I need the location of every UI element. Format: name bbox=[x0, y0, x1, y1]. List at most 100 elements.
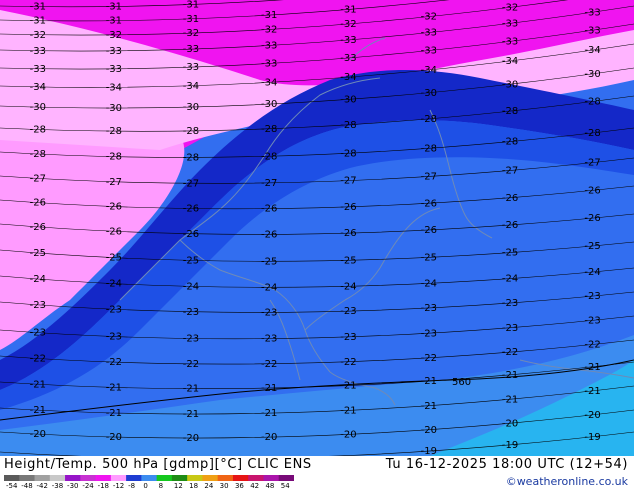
isotherm-label: -21 bbox=[421, 376, 437, 387]
isotherm-label: -33 bbox=[106, 46, 122, 57]
scale-swatch bbox=[34, 475, 51, 481]
scale-tick-label: 8 bbox=[159, 482, 163, 489]
isotherm-label: -23 bbox=[502, 298, 518, 309]
isotherm-label: -20 bbox=[30, 429, 46, 440]
isotherm-label: -30 bbox=[584, 69, 600, 80]
isotherm-label: -28 bbox=[421, 143, 437, 154]
isotherm-label: -22 bbox=[106, 357, 122, 368]
isotherm-label: -24 bbox=[30, 274, 46, 285]
isotherm-label: -31 bbox=[183, 14, 199, 25]
isotherm-label: -23 bbox=[183, 334, 199, 345]
isotherm-label: -28 bbox=[30, 149, 46, 160]
isotherm-label: -24 bbox=[502, 274, 518, 285]
isotherm-label: -34 bbox=[340, 72, 356, 83]
isotherm-label: -32 bbox=[340, 19, 356, 30]
isotherm-label: -23 bbox=[30, 300, 46, 311]
isotherm-label: -30 bbox=[421, 88, 437, 99]
isotherm-label: -25 bbox=[340, 255, 356, 266]
isotherm-label: -28 bbox=[421, 114, 437, 125]
scale-swatch bbox=[110, 475, 127, 481]
scale-tick-label: -54 bbox=[6, 482, 18, 489]
isotherm-label: -27 bbox=[502, 166, 518, 177]
scale-swatch bbox=[49, 475, 66, 481]
isotherm-label: -28 bbox=[261, 151, 277, 162]
isotherm-label: -21 bbox=[30, 379, 46, 390]
isotherm-label: -23 bbox=[261, 334, 277, 345]
isotherm-label: -30 bbox=[106, 103, 122, 114]
scale-swatch bbox=[171, 475, 188, 481]
scale-tick-label: 12 bbox=[174, 482, 183, 489]
isotherm-label: -21 bbox=[421, 401, 437, 412]
isotherm-label: -21 bbox=[106, 382, 122, 393]
isotherm-label: -34 bbox=[584, 45, 600, 56]
isotherm-label: -31 bbox=[106, 16, 122, 27]
isotherm-label: -26 bbox=[106, 226, 122, 237]
isotherm-label: -31 bbox=[340, 5, 356, 16]
credit-link[interactable]: ©weatheronline.co.uk bbox=[506, 475, 628, 488]
isotherm-label: -22 bbox=[421, 353, 437, 364]
isotherm-label: -32 bbox=[183, 28, 199, 39]
isotherm-label: -34 bbox=[261, 77, 277, 88]
isotherm-label: -31 bbox=[183, 0, 199, 11]
isotherm-label: -26 bbox=[261, 229, 277, 240]
isotherm-label: -27 bbox=[261, 178, 277, 189]
isotherm-label: -33 bbox=[30, 64, 46, 75]
isotherm-label: -23 bbox=[340, 306, 356, 317]
isotherm-label: -22 bbox=[584, 340, 600, 351]
map-panel: 560 -31 -31 -31 -31 -31 -31 -31 -31 -32 -32 -32 -32… bbox=[0, 0, 634, 456]
isotherm-label: -19 bbox=[421, 446, 437, 456]
isotherm-label: -27 bbox=[30, 173, 46, 184]
scale-tick-label: 0 bbox=[143, 482, 147, 489]
isotherm-label: -26 bbox=[183, 204, 199, 215]
scale-tick-label: 48 bbox=[265, 482, 274, 489]
scale-tick-label: 54 bbox=[281, 482, 290, 489]
scale-swatch bbox=[65, 475, 81, 481]
isotherm-label: -28 bbox=[502, 137, 518, 148]
scale-swatch bbox=[95, 475, 112, 481]
isotherm-label: -28 bbox=[584, 97, 600, 108]
isotherm-label: -26 bbox=[584, 213, 600, 224]
isotherm-label: -21 bbox=[340, 405, 356, 416]
scale-tick-label: 24 bbox=[204, 482, 213, 489]
isotherm-label: -32 bbox=[106, 30, 122, 41]
isotherm-label: -20 bbox=[340, 429, 356, 440]
isotherm-label: -28 bbox=[261, 124, 277, 135]
isotherm-label: -23 bbox=[106, 332, 122, 343]
isotherm-label: -23 bbox=[183, 307, 199, 318]
isotherm-label: -22 bbox=[261, 359, 277, 370]
isotherm-label: -25 bbox=[30, 248, 46, 259]
isotherm-label: -20 bbox=[106, 432, 122, 443]
scale-tick-label: -42 bbox=[37, 482, 48, 489]
isotherm-label: -20 bbox=[502, 418, 518, 429]
scale-tick-label: -8 bbox=[128, 482, 135, 489]
scale-swatch bbox=[278, 475, 294, 481]
isotherm-label: -34 bbox=[421, 65, 437, 76]
scale-swatch bbox=[187, 475, 203, 481]
scale-tick-label: -18 bbox=[98, 482, 109, 489]
isotherm-label: -26 bbox=[421, 225, 437, 236]
isotherm-label: -21 bbox=[502, 370, 518, 381]
isotherm-label: -20 bbox=[183, 433, 199, 444]
isotherm-label: -27 bbox=[421, 172, 437, 183]
scale-swatch bbox=[4, 475, 20, 481]
isotherm-label: -21 bbox=[183, 409, 199, 420]
footer: Height/Temp. 500 hPa [gdmp][°C] CLIC ENS… bbox=[0, 456, 634, 490]
scale-tick-label: -38 bbox=[52, 482, 63, 489]
isotherm-label: -26 bbox=[421, 198, 437, 209]
isotherm-label: -23 bbox=[106, 304, 122, 315]
scale-tick-label: 36 bbox=[235, 482, 244, 489]
isotherm-label: -21 bbox=[261, 408, 277, 419]
isotherm-label: -33 bbox=[502, 36, 518, 47]
scale-swatch bbox=[248, 475, 264, 481]
isotherm-label: -33 bbox=[261, 59, 277, 70]
scale-tick-label: -48 bbox=[21, 482, 32, 489]
isotherm-label: -25 bbox=[106, 253, 122, 264]
isotherm-label: -33 bbox=[30, 46, 46, 57]
isotherm-label: -27 bbox=[340, 176, 356, 187]
isotherm-label: -27 bbox=[183, 178, 199, 189]
isotherm-label: -28 bbox=[106, 152, 122, 163]
isotherm-label: -32 bbox=[30, 30, 46, 41]
isotherm-label: -21 bbox=[261, 383, 277, 394]
scale-swatch bbox=[19, 475, 36, 481]
isotherm-label: -28 bbox=[340, 148, 356, 159]
